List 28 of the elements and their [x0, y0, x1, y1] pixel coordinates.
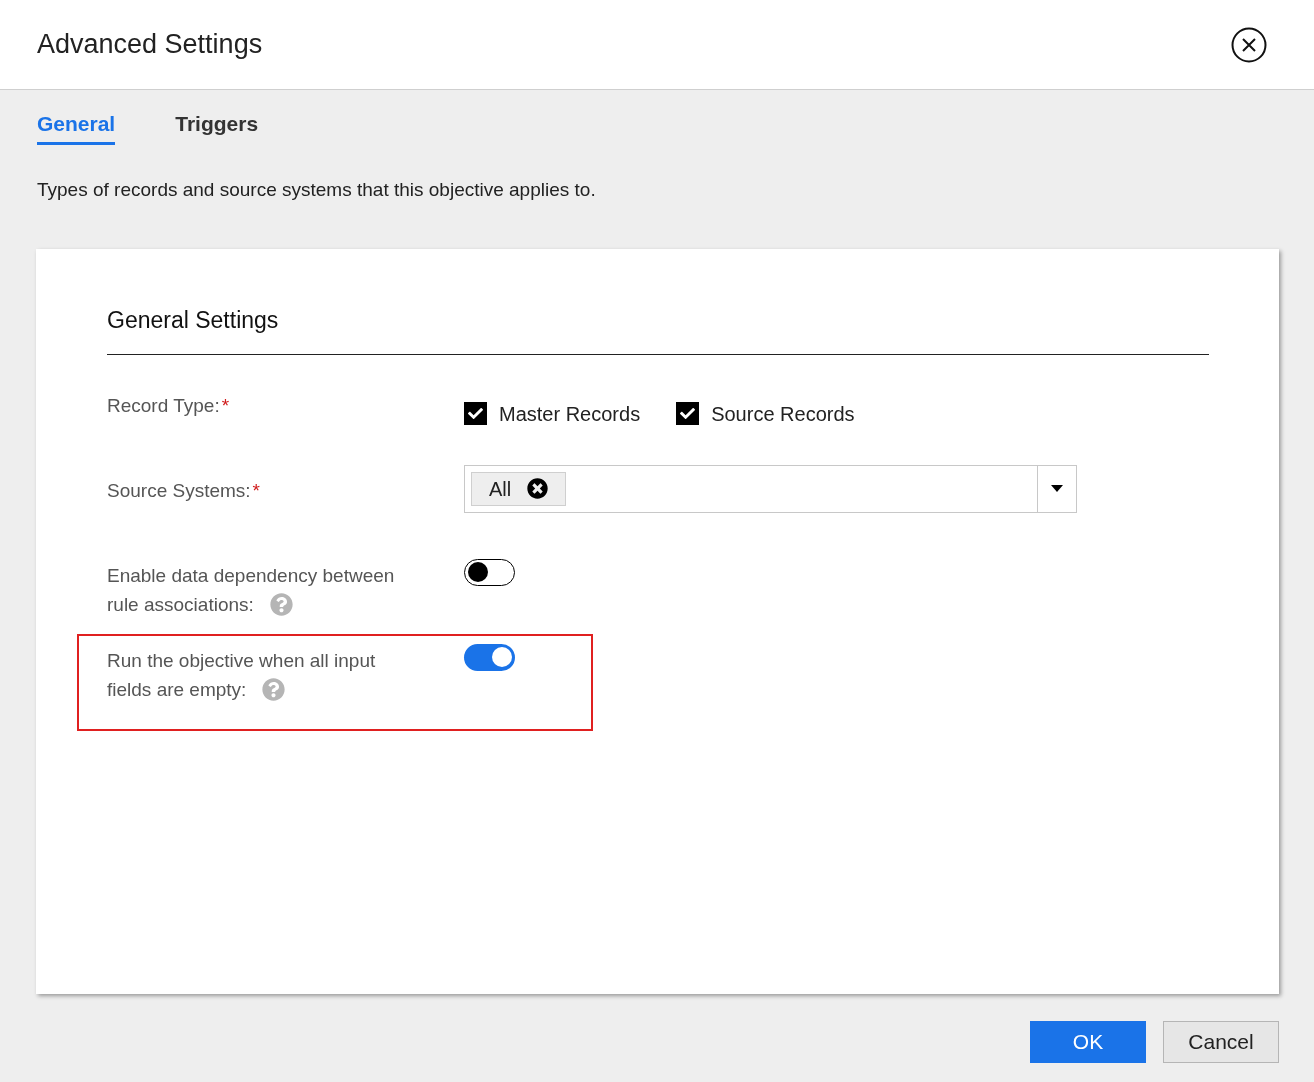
setting-label: Run the objective when all input — [107, 648, 376, 673]
setting-label: Record Type: — [107, 393, 220, 418]
multiselect-field[interactable]: All — [464, 464, 1077, 513]
required-asterisk: * — [252, 478, 260, 503]
setting-label: rule associations: — [107, 592, 254, 617]
dialog-title: Advanced Settings — [37, 28, 263, 62]
close-icon[interactable] — [1231, 26, 1267, 63]
checkbox-label: Master Records — [499, 401, 641, 427]
setting-label: Source Systems: — [107, 478, 251, 503]
toggle-switch[interactable] — [464, 643, 515, 671]
setting-label: Enable data dependency between — [107, 563, 395, 588]
check-icon — [468, 406, 483, 421]
cancel-button[interactable]: Cancel — [1163, 1021, 1279, 1063]
section-title: General Settings — [107, 306, 280, 335]
check-icon — [680, 406, 696, 421]
ok-button[interactable]: OK — [1030, 1021, 1146, 1063]
tab[interactable]: Triggers — [175, 108, 259, 145]
caret-icon — [1051, 485, 1063, 492]
checkbox[interactable] — [464, 402, 487, 425]
checkbox-label: Source Records — [711, 401, 855, 427]
description: Types of records and source systems that this objective applies to. — [36, 177, 597, 202]
tab[interactable]: General — [37, 108, 116, 145]
remove-icon[interactable] — [527, 478, 549, 499]
checkbox[interactable] — [676, 402, 700, 425]
chip: All — [471, 471, 567, 506]
toggle-switch[interactable] — [464, 558, 515, 586]
required-asterisk: * — [221, 393, 230, 418]
setting-label: fields are empty: — [107, 677, 247, 702]
